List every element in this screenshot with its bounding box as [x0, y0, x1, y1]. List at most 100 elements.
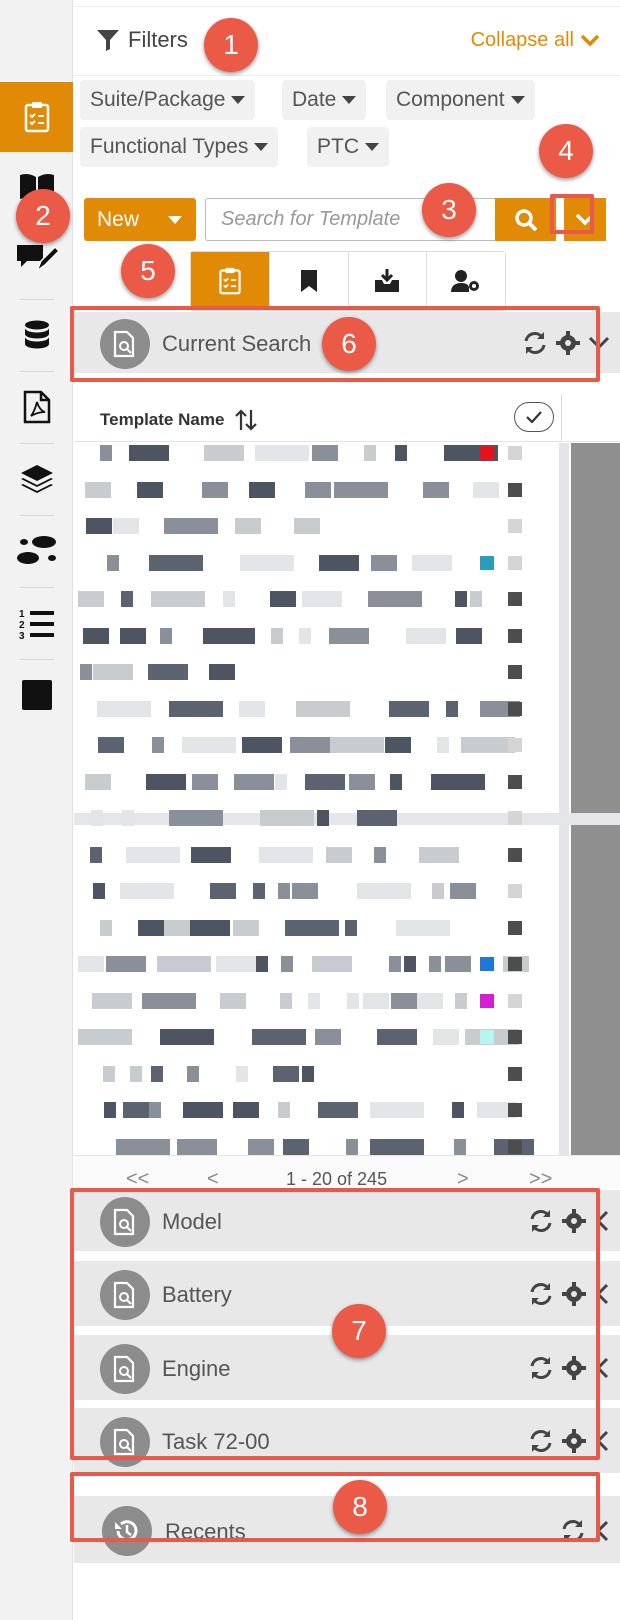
caret-down-icon	[168, 216, 182, 224]
obscured-row	[78, 956, 529, 972]
status-square	[508, 847, 522, 862]
obscured-block	[278, 883, 290, 899]
obscured-block	[275, 773, 287, 790]
new-button[interactable]: New	[84, 198, 196, 241]
refresh-icon[interactable]	[528, 1281, 554, 1307]
search-placeholder: Search for Template	[221, 208, 401, 230]
obscured-block	[190, 919, 230, 936]
obscured-block	[280, 992, 292, 1009]
chevron-down-icon[interactable]	[588, 335, 610, 351]
rail-steps[interactable]	[0, 516, 73, 586]
caret-down-icon	[365, 143, 379, 151]
obscured-block	[283, 1138, 309, 1155]
tab-templates[interactable]	[191, 252, 270, 310]
next-page-button[interactable]: >	[457, 1168, 469, 1191]
first-page-button[interactable]: <<	[126, 1168, 149, 1191]
sort-icon	[235, 409, 258, 431]
saved-search-actions	[528, 1208, 610, 1234]
obscured-row	[78, 737, 515, 753]
obscured-row	[78, 773, 485, 790]
inbox-download-icon	[375, 269, 400, 292]
saved-search-row[interactable]: Model	[74, 1190, 620, 1254]
filter-suite-package[interactable]: Suite/Package	[80, 80, 256, 120]
footsteps-icon	[16, 536, 56, 564]
status-square	[508, 446, 522, 460]
current-search-label: Current Search	[162, 331, 312, 356]
obscured-block	[390, 773, 402, 790]
obscured-block	[242, 737, 282, 753]
obscured-block	[357, 810, 397, 826]
obscured-block	[120, 627, 146, 644]
rail-pdf[interactable]	[0, 372, 73, 442]
obscured-block	[122, 810, 134, 826]
user-settings-icon	[451, 270, 480, 292]
refresh-icon[interactable]	[560, 1518, 586, 1544]
document-search-icon	[113, 1208, 135, 1236]
collapse-all-button[interactable]: Collapse all	[471, 29, 600, 52]
saved-search-avatar	[100, 1270, 150, 1320]
rail-database[interactable]	[0, 300, 73, 370]
obscured-block	[278, 1102, 290, 1118]
advanced-search-toggle[interactable]	[564, 198, 606, 241]
prev-page-button[interactable]: <	[207, 1168, 219, 1191]
saved-search-avatar	[100, 1344, 150, 1394]
obscured-block	[385, 737, 411, 753]
saved-search-row[interactable]: Task 72-00	[74, 1408, 620, 1476]
obscured-block	[273, 1065, 299, 1082]
tab-inbox[interactable]	[348, 252, 428, 310]
rail-templates[interactable]	[0, 82, 73, 152]
chevron-left-icon[interactable]	[594, 1283, 610, 1305]
obscured-row	[78, 664, 235, 680]
obscured-block	[319, 554, 359, 571]
pdf-icon	[23, 390, 50, 424]
square-icon	[21, 680, 52, 710]
filters-toggle[interactable]: Filters	[96, 27, 188, 53]
rail-list[interactable]: 123	[0, 588, 73, 658]
obscured-block	[450, 883, 476, 899]
filter-date[interactable]: Date	[282, 80, 367, 120]
rail-square[interactable]	[0, 660, 73, 730]
search-button[interactable]	[495, 198, 556, 241]
obscured-block	[334, 481, 388, 498]
filter-chip-label: Component	[396, 88, 505, 111]
gear-icon[interactable]	[562, 1282, 586, 1306]
tab-user-settings[interactable]	[427, 252, 505, 310]
obscured-block	[85, 773, 111, 790]
obscured-row	[78, 591, 482, 607]
search-icon	[514, 208, 537, 231]
chevron-down-icon	[575, 213, 595, 225]
actions-column	[571, 443, 620, 1155]
obscured-block	[85, 481, 111, 498]
filter-functional-types[interactable]: Functional Types	[80, 127, 279, 167]
chevron-left-icon[interactable]	[594, 1210, 610, 1232]
refresh-icon[interactable]	[528, 1428, 554, 1454]
gear-icon[interactable]	[562, 1429, 586, 1453]
last-page-button[interactable]: >>	[529, 1168, 552, 1191]
svg-text:3: 3	[19, 631, 25, 639]
obscured-block	[233, 919, 259, 936]
obscured-block	[148, 664, 188, 680]
comment-edit-icon	[16, 245, 59, 274]
annotation-badge-2: 2	[16, 189, 70, 243]
rail-layers[interactable]	[0, 444, 73, 514]
select-all-toggle[interactable]	[514, 402, 554, 432]
gear-icon[interactable]	[562, 1209, 586, 1233]
obscured-block	[299, 627, 311, 644]
obscured-block	[103, 1065, 115, 1082]
filter-component[interactable]: Component	[386, 80, 535, 120]
chevron-left-icon[interactable]	[594, 1357, 610, 1379]
chevron-down-icon	[580, 34, 600, 46]
saved-search-label: Engine	[162, 1356, 231, 1381]
filter-ptc[interactable]: PTC	[307, 127, 389, 167]
tab-bookmarks[interactable]	[269, 252, 349, 310]
refresh-icon[interactable]	[528, 1355, 554, 1381]
refresh-icon[interactable]	[528, 1208, 554, 1234]
gear-icon[interactable]	[562, 1356, 586, 1380]
obscured-block	[116, 1138, 170, 1155]
refresh-icon[interactable]	[522, 330, 548, 356]
chevron-left-icon[interactable]	[594, 1430, 610, 1452]
chevron-left-icon[interactable]	[594, 1520, 610, 1542]
obscured-block	[107, 554, 119, 571]
column-template-name[interactable]: Template Name	[100, 408, 258, 432]
gear-icon[interactable]	[556, 331, 580, 355]
